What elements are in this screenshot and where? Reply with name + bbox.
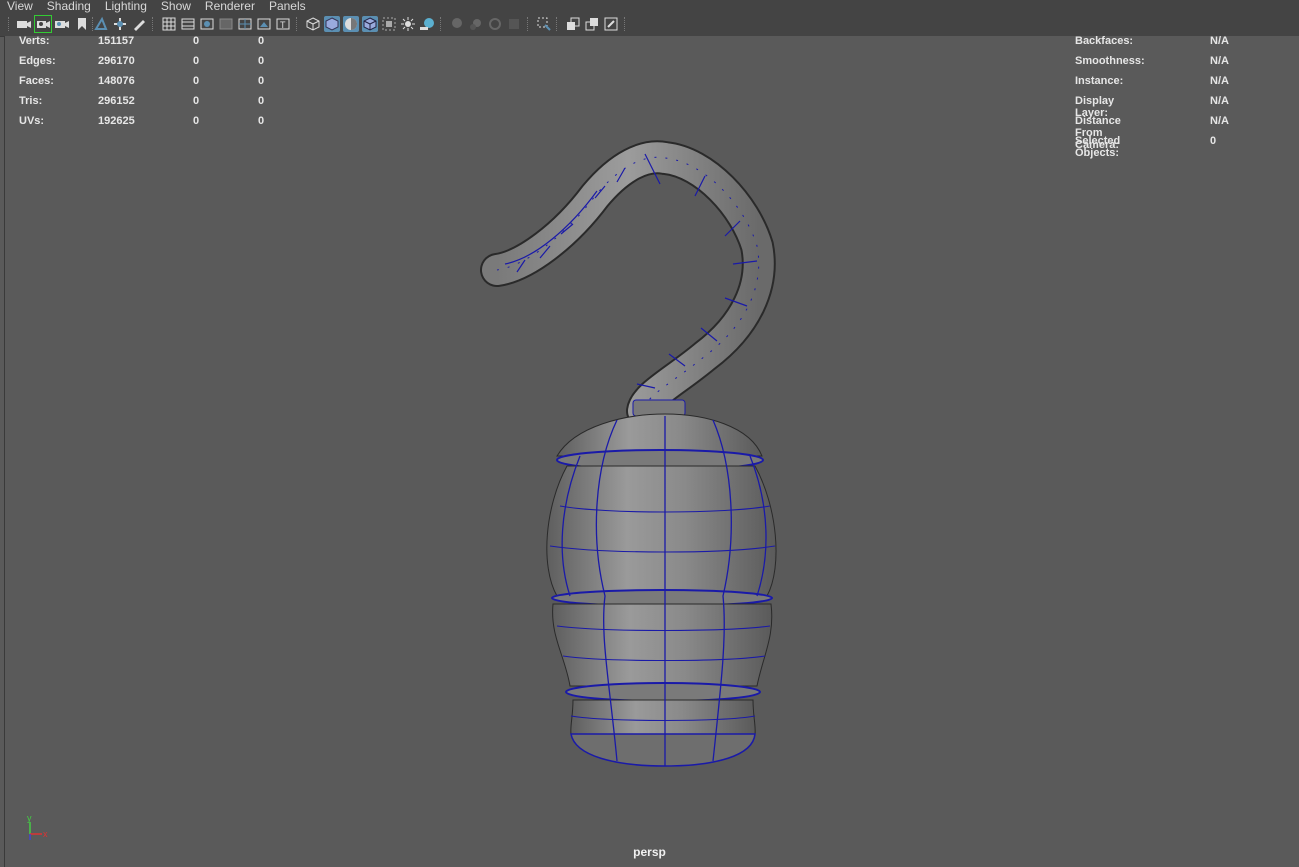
hud-verts-label: Verts: [19,35,50,47]
xray-active-components-icon[interactable] [565,16,581,32]
hud-instance-value: N/A [1210,75,1229,87]
shadows-icon[interactable] [449,16,465,32]
maximize-panel-icon[interactable] [603,16,619,32]
use-all-lights-icon[interactable] [419,16,435,32]
toolbar-separator [152,17,155,31]
field-chart-icon[interactable] [237,16,253,32]
safe-action-icon[interactable] [256,16,272,32]
hud-verts-selected: 0 [193,35,200,47]
camera-attributes-icon[interactable] [34,15,52,33]
toolbar-separator [556,17,559,31]
hud-distance-value: N/A [1210,115,1229,127]
camera-manipulator-icon[interactable] [584,16,600,32]
menu-view[interactable]: View [0,0,40,13]
camera-name-label: persp [633,845,666,859]
bookmark-icon[interactable] [74,16,90,32]
axis-y-label: y [27,813,32,823]
panel-menu-bar: View Shading Lighting Show Renderer Pane… [0,0,1299,13]
hud-verts-value: 151157 [98,35,135,47]
hud-faces-highlighted: 0 [258,75,265,87]
shade-default-material-icon[interactable] [343,16,359,32]
film-gate-icon[interactable] [180,16,196,32]
menu-shading[interactable]: Shading [40,0,98,13]
pan-zoom-icon[interactable] [112,16,128,32]
hud-tris-label: Tris: [19,95,43,107]
xray-icon[interactable] [381,16,397,32]
hud-tris-highlighted: 0 [258,95,265,107]
hud-uvs-label: UVs: [19,115,45,127]
toolbar-separator [440,17,443,31]
hud-edges-value: 296170 [98,55,135,67]
hud-uvs-selected: 0 [193,115,200,127]
gate-mask-icon[interactable] [218,16,234,32]
isolate-select-icon[interactable] [536,16,552,32]
hud-instance-label: Instance: [1075,75,1124,87]
perspective-viewport[interactable] [4,36,1299,867]
hud-tris-value: 296152 [98,95,135,107]
image-plane-icon[interactable] [93,16,109,32]
hud-backfaces-label: Backfaces: [1075,35,1134,47]
toolbar-separator [624,17,627,31]
hud-faces-selected: 0 [193,75,200,87]
hud-smoothness-value: N/A [1210,55,1229,67]
textured-icon[interactable] [400,16,416,32]
toolbar-separator [8,17,11,31]
menu-lighting[interactable]: Lighting [98,0,154,13]
svg-text:T: T [280,20,286,30]
axis-x-label: x [43,829,48,839]
hud-edges-highlighted: 0 [258,55,265,67]
hud-faces-label: Faces: [19,75,54,87]
panel-toolbar: T [0,13,1299,37]
hud-verts-highlighted: 0 [258,35,265,47]
camera-video-icon[interactable] [54,16,70,32]
grid-icon[interactable] [161,16,177,32]
wireframe-icon[interactable] [305,16,321,32]
hud-edges-label: Edges: [19,55,56,67]
toolbar-separator [296,17,299,31]
safe-title-icon[interactable]: T [275,16,291,32]
hud-display-layer-value: N/A [1210,95,1229,107]
menu-show[interactable]: Show [154,0,198,13]
resolution-gate-icon[interactable] [199,16,215,32]
wireframe-on-shaded-icon[interactable] [362,16,378,32]
hud-selected-objects-value: 0 [1210,135,1217,147]
view-axis-indicator: y x [22,810,62,850]
hook-mesh-model[interactable] [5,36,1299,867]
menu-renderer[interactable]: Renderer [198,0,262,13]
screen-space-ao-icon[interactable] [468,16,484,32]
hud-tris-selected: 0 [193,95,200,107]
hud-uvs-highlighted: 0 [258,115,265,127]
smooth-shade-icon[interactable] [324,16,340,32]
hud-faces-value: 148076 [98,75,135,87]
multisample-aa-icon[interactable] [506,16,522,32]
hud-edges-selected: 0 [193,55,200,67]
toolbar-separator [527,17,530,31]
menu-panels[interactable]: Panels [262,0,313,13]
camera-select-icon[interactable] [16,16,32,32]
hud-uvs-value: 192625 [98,115,135,127]
hud-backfaces-value: N/A [1210,35,1229,47]
motion-blur-icon[interactable] [487,16,503,32]
hud-selected-objects-label: Selected Objects: [1075,135,1121,159]
hud-smoothness-label: Smoothness: [1075,55,1145,67]
grease-pencil-icon[interactable] [131,16,147,32]
